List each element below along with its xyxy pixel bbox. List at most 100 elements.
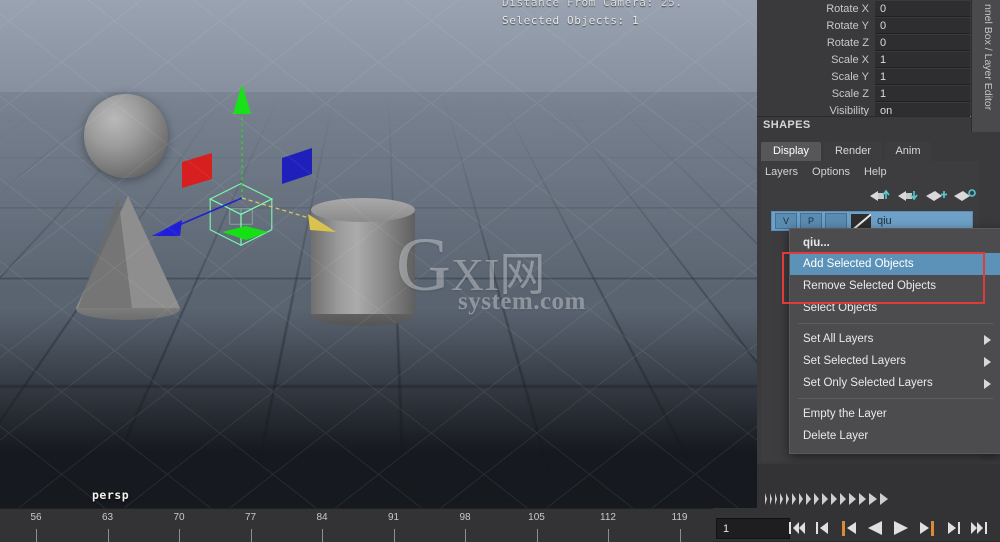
playback-speed-marker[interactable] [806, 493, 811, 505]
menu-item-label: Set All Layers [803, 333, 874, 345]
layer-playback-toggle[interactable]: P [800, 213, 822, 229]
current-frame-field[interactable]: 1 [716, 518, 790, 539]
layer-color-swatch[interactable] [851, 213, 871, 229]
menu-item-set-all-layers[interactable]: Set All Layers [790, 328, 1000, 350]
play-backwards-icon[interactable] [866, 520, 884, 536]
layer-visibility-toggle[interactable]: V [775, 213, 797, 229]
time-tick-label: 119 [671, 512, 688, 523]
move-layer-up-icon [870, 189, 890, 201]
submenu-arrow-icon [984, 357, 991, 367]
playback-speed-marker[interactable] [859, 493, 866, 505]
menu-item-select-objects[interactable]: Select Objects [790, 297, 1000, 319]
time-tick-label: 84 [316, 512, 328, 523]
submenu-arrow-icon [984, 335, 991, 345]
layer-context-menu[interactable]: qiu... Add Selected Objects Remove Selecte… [789, 228, 1000, 454]
channel-label: Rotate X [826, 2, 869, 15]
channel-value[interactable]: 0 [875, 0, 970, 17]
playback-speed-marker[interactable] [822, 493, 828, 505]
playback-speed-marker[interactable] [780, 493, 783, 505]
submenu-arrow-icon [984, 379, 991, 389]
time-slider-ticks: 56 63 70 77 84 91 98 105 112 119 [0, 509, 713, 542]
channel-row[interactable]: Rotate X 0 [757, 0, 970, 17]
step-back-frame-icon[interactable] [840, 520, 858, 536]
time-tick-line [393, 529, 395, 542]
go-to-end-icon[interactable] [970, 520, 988, 536]
layer-display-type-toggle[interactable] [825, 213, 847, 229]
manipulator-xy-plane-handle [182, 153, 212, 188]
channel-row[interactable]: Scale Y 1 [757, 68, 970, 85]
time-tick-line [679, 529, 681, 542]
tab-anim[interactable]: Anim [885, 142, 931, 161]
menu-item-set-only-selected-layers[interactable]: Set Only Selected Layers [790, 372, 1000, 394]
channel-label: Scale Z [831, 87, 869, 100]
menu-help[interactable]: Help [864, 166, 887, 178]
channel-value[interactable]: 1 [875, 51, 970, 68]
step-back-keyframe-icon[interactable] [814, 520, 832, 536]
playback-speed-marker[interactable] [765, 493, 767, 505]
hud-selected-objects: Selected Objects: 1 [502, 14, 640, 27]
channel-value[interactable]: 1 [875, 68, 970, 85]
viewport-camera-label: persp [92, 488, 130, 502]
new-layer-icon [926, 191, 947, 201]
playback-speed-marker[interactable] [849, 493, 856, 505]
time-tick-label: 70 [173, 512, 185, 523]
layer-editor-toolbar[interactable] [868, 186, 978, 208]
menu-item-remove-selected-objects[interactable]: Remove Selected Objects [790, 275, 1000, 297]
menu-item-label: Select Objects [803, 302, 878, 314]
go-to-start-icon[interactable] [788, 520, 806, 536]
playback-speed-marker[interactable] [792, 493, 796, 505]
move-manipulator[interactable] [120, 80, 420, 270]
playback-speed-marker[interactable] [840, 493, 846, 505]
manipulator-y-handle [233, 84, 251, 114]
channel-label: Scale Y [831, 70, 869, 83]
time-tick-label: 63 [101, 512, 114, 523]
channel-label: Scale X [831, 53, 869, 66]
menu-options[interactable]: Options [812, 166, 850, 178]
playback-speed-marker[interactable] [880, 493, 888, 505]
tab-render[interactable]: Render [824, 142, 882, 161]
panel-vertical-tab[interactable]: nnel Box / Layer Editor [971, 0, 1000, 132]
context-menu-header: qiu... [803, 237, 830, 249]
playback-speed-marker[interactable] [799, 493, 803, 505]
step-forward-keyframe-icon[interactable] [944, 520, 962, 536]
channel-value[interactable]: 1 [875, 85, 970, 102]
layer-name-label: qiu [877, 215, 892, 227]
channel-box-shapes-header[interactable]: SHAPES [757, 116, 976, 133]
menu-item-label: Set Selected Layers [803, 355, 906, 367]
playback-speed-marker[interactable] [814, 493, 819, 505]
channel-row[interactable]: Rotate Z 0 [757, 34, 970, 51]
channel-label: Rotate Y [826, 19, 869, 32]
manipulator-x-handle [308, 214, 336, 232]
playback-speed-marker[interactable] [770, 493, 772, 505]
channel-value[interactable]: 0 [875, 17, 970, 34]
playback-speed-marker[interactable] [869, 493, 877, 505]
hud-distance-from-camera: Distance From Camera: 25. [502, 0, 683, 9]
channel-row[interactable]: Rotate Y 0 [757, 17, 970, 34]
menu-item-delete-layer[interactable]: Delete Layer [790, 425, 1000, 447]
menu-item-set-selected-layers[interactable]: Set Selected Layers [790, 350, 1000, 372]
playback-speed-strip[interactable] [762, 491, 970, 507]
menu-layers[interactable]: Layers [765, 166, 798, 178]
play-forwards-icon[interactable] [892, 520, 910, 536]
time-tick-line [536, 529, 538, 542]
tab-display[interactable]: Display [761, 142, 821, 161]
playback-speed-marker[interactable] [786, 493, 789, 505]
time-slider[interactable]: 56 63 70 77 84 91 98 105 112 119 [0, 508, 713, 542]
playback-speed-marker[interactable] [775, 493, 777, 505]
time-tick-line [322, 529, 323, 542]
channel-label: Rotate Z [826, 36, 869, 49]
channel-box[interactable]: Rotate X 0 Rotate Y 0 Rotate Z 0 Scale X 1 Scale… [757, 0, 970, 130]
layer-editor-menubar[interactable]: Layers Options Help [765, 166, 901, 178]
channel-row[interactable]: Scale X 1 [757, 51, 970, 68]
menu-item-empty-the-layer[interactable]: Empty the Layer [790, 403, 1000, 425]
step-forward-frame-icon[interactable] [918, 520, 936, 536]
menu-item-add-selected-objects[interactable]: Add Selected Objects [790, 253, 1000, 275]
perspective-viewport[interactable]: GXI网 system.com Distance From Camera: 25… [0, 0, 757, 508]
playback-speed-marker[interactable] [831, 493, 837, 505]
layer-editor-tabs[interactable]: Display Render Anim [761, 142, 1000, 161]
channel-row[interactable]: Scale Z 1 [757, 85, 970, 102]
playback-controls[interactable] [788, 518, 988, 538]
manipulator-xz-plane-handle [222, 226, 268, 240]
move-layer-down-icon [898, 191, 918, 201]
channel-value[interactable]: 0 [875, 34, 970, 51]
